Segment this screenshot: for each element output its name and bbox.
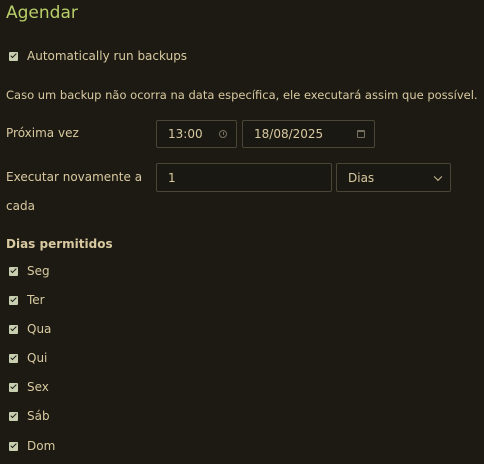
repeat-interval-input[interactable]: 1: [156, 163, 332, 192]
day-checkbox-row[interactable]: Ter: [9, 293, 45, 307]
auto-backup-checkbox-row[interactable]: Automatically run backups: [9, 49, 187, 63]
day-checkbox-seg[interactable]: [9, 266, 18, 276]
day-checkbox-row[interactable]: Dom: [9, 439, 55, 453]
day-label: Sáb: [27, 409, 50, 423]
day-label: Qua: [27, 322, 52, 336]
day-checkbox-sex[interactable]: [9, 382, 18, 392]
clock-icon[interactable]: [219, 130, 227, 138]
day-label: Ter: [27, 293, 45, 307]
repeat-label-line1: Executar novamente a: [6, 170, 143, 184]
day-checkbox-dom[interactable]: [9, 441, 18, 451]
day-label: Seg: [27, 264, 50, 278]
day-label: Dom: [27, 439, 56, 453]
day-checkbox-row[interactable]: Qui: [9, 351, 47, 365]
repeat-unit-value: Dias: [348, 170, 375, 185]
page-title: Agendar: [6, 3, 78, 23]
day-checkbox-sab[interactable]: [9, 411, 18, 421]
repeat-label-line2: cada: [6, 199, 35, 213]
day-checkbox-ter[interactable]: [9, 295, 18, 305]
day-checkbox-row[interactable]: Seg: [9, 264, 50, 278]
date-value: 18/08/2025: [254, 127, 324, 141]
next-time-label: Próxima vez: [6, 126, 79, 140]
day-checkbox-qui[interactable]: [9, 353, 18, 363]
day-label: Qui: [27, 351, 48, 365]
time-input[interactable]: 13:00: [156, 120, 237, 148]
auto-backup-checkbox[interactable]: [9, 51, 18, 61]
allowed-days-heading: Dias permitidos: [6, 237, 113, 251]
chevron-down-icon: [433, 172, 443, 181]
time-value: 13:00: [168, 127, 203, 141]
day-label: Sex: [27, 380, 49, 394]
day-checkbox-row[interactable]: Sáb: [9, 409, 50, 423]
info-text: Caso um backup não ocorra na data especí…: [6, 88, 478, 102]
calendar-icon[interactable]: [357, 130, 365, 138]
day-checkbox-qua[interactable]: [9, 324, 18, 334]
day-checkbox-row[interactable]: Sex: [9, 380, 49, 394]
repeat-unit-select[interactable]: Dias: [336, 163, 451, 192]
day-checkbox-row[interactable]: Qua: [9, 322, 51, 336]
date-input[interactable]: 18/08/2025: [242, 120, 375, 148]
repeat-interval-value: 1: [168, 170, 176, 185]
auto-backup-label: Automatically run backups: [27, 49, 188, 63]
